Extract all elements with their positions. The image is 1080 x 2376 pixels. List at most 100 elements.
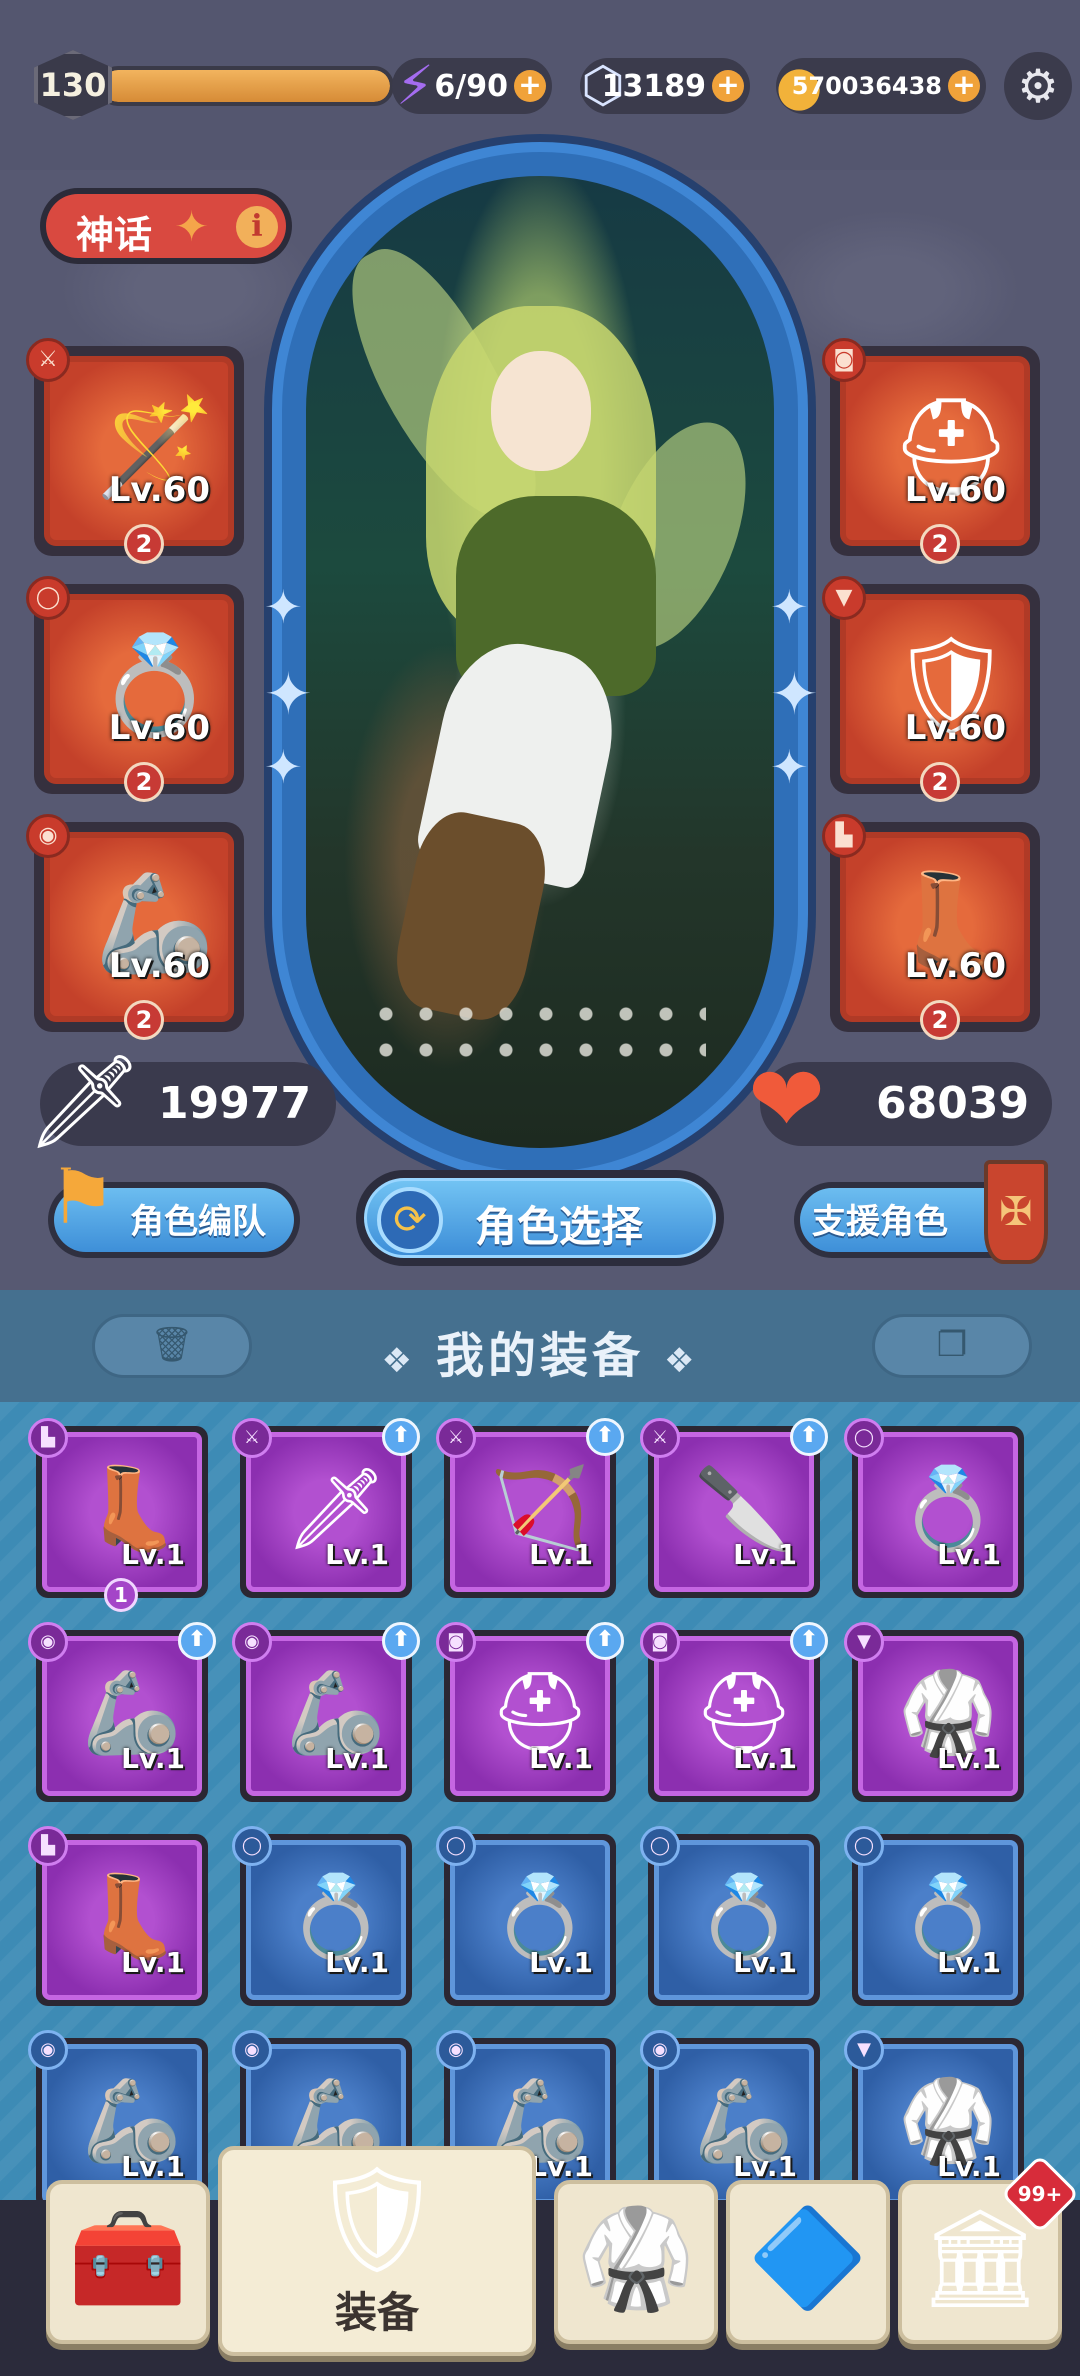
- gold-value: 570036438: [791, 72, 942, 100]
- helmet-type-icon: ◙: [640, 1622, 680, 1662]
- item-level: Lv.1: [121, 2150, 185, 2183]
- energy-counter[interactable]: ⚡ 6/90 +: [392, 54, 552, 117]
- inventory-item[interactable]: 💍 Lv.1 ◯: [844, 1418, 1024, 1598]
- gold-plus-button[interactable]: +: [948, 70, 980, 102]
- item-level: Lv.1: [733, 1538, 797, 1571]
- inventory-item[interactable]: 🥋 Lv.1 ▼: [844, 1622, 1024, 1802]
- bracer-type-icon: ◉: [232, 2030, 272, 2070]
- level-badge: 130: [34, 50, 112, 120]
- slot-stars: 2: [920, 762, 960, 802]
- dagger-type-icon: ⚔: [640, 1418, 680, 1458]
- item-level: Lv.1: [325, 1946, 389, 1979]
- attack-value: 19977: [158, 1078, 312, 1129]
- character-select-label: 角色选择: [475, 1202, 644, 1251]
- inventory-item[interactable]: ⛑ Lv.1 ◙ ⬆: [640, 1622, 828, 1802]
- energy-plus-button[interactable]: +: [514, 70, 546, 102]
- nav-tab-chest[interactable]: 🧰: [46, 2180, 210, 2344]
- gem-plus-button[interactable]: +: [712, 70, 744, 102]
- upgrade-arrow-icon: ⬆: [382, 1418, 420, 1456]
- exp-bar-fill: [102, 70, 390, 102]
- inventory-item[interactable]: 💍 Lv.1 ◯: [640, 1826, 820, 2006]
- slot-stars: 2: [920, 524, 960, 564]
- bracer-type-icon: ◉: [28, 2030, 68, 2070]
- rarity-label: 神话: [76, 213, 153, 257]
- inventory-item[interactable]: 💍 Lv.1 ◯: [844, 1826, 1024, 2006]
- inventory-item[interactable]: 👢 Lv.1 ▙: [28, 1826, 208, 2006]
- inventory-item[interactable]: 🔪 Lv.1 ⚔ ⬆: [640, 1418, 828, 1598]
- sword-icon: 🗡: [26, 1048, 143, 1155]
- exp-bar: [98, 66, 394, 106]
- bracer-type-icon: ◉: [640, 2030, 680, 2070]
- bracer-type-icon: ◉: [436, 2030, 476, 2070]
- equip-slot-armor[interactable]: 🛡 Lv.60 ▼ 2: [822, 576, 1040, 802]
- item-level: Lv.1: [937, 1538, 1001, 1571]
- swap-icon: ⟳: [377, 1187, 443, 1253]
- upgrade-arrow-icon: ⬆: [178, 1622, 216, 1660]
- sparkle-icon: ✦: [264, 580, 303, 634]
- equip-slot-ring[interactable]: 💍 Lv.60 ◯ 2: [26, 576, 244, 802]
- sword-type-icon: ⚔: [232, 1418, 272, 1458]
- character-select-button[interactable]: ⟳ 角色选择: [356, 1170, 724, 1266]
- hp-value: 68039: [876, 1078, 1030, 1129]
- armor-type-icon: ▼: [844, 2030, 884, 2070]
- rarity-star-icon: ✦: [174, 202, 210, 251]
- nav-tab-equipment[interactable]: 🛡 装备: [218, 2146, 536, 2356]
- sparkle-icon: ✦: [770, 580, 809, 634]
- inventory-item[interactable]: 🦾Lv.1◉: [640, 2030, 820, 2200]
- nav-tab-label: 装备: [334, 2288, 419, 2337]
- inventory-item[interactable]: 🗡 Lv.1 ⚔ ⬆: [232, 1418, 420, 1598]
- sparkle-icon: ✦: [264, 660, 313, 728]
- item-level: Lv.1: [733, 1946, 797, 1979]
- inventory-item[interactable]: 👢 Lv.1 ▙ 1: [28, 1418, 208, 1612]
- gold-counter[interactable]: ● 570036438 +: [775, 54, 986, 117]
- inventory-item[interactable]: 🏹 Lv.1 ⚔ ⬆: [436, 1418, 624, 1598]
- gear-icon: ⚙: [1017, 59, 1059, 113]
- armor-type-icon: ▼: [844, 1622, 884, 1662]
- equip-slot-helmet[interactable]: ⛑ Lv.60 ◙ 2: [822, 338, 1040, 564]
- ring-type-icon: ◯: [844, 1418, 884, 1458]
- attack-stat: 🗡 19977: [26, 1056, 336, 1148]
- equip-slot-weapon[interactable]: 🪄 Lv.60 ⚔ 2: [26, 338, 244, 564]
- nav-tab-armor[interactable]: 🥋: [554, 2180, 718, 2344]
- inventory-item[interactable]: 🦾Lv.1◉: [28, 2030, 208, 2200]
- inventory-item[interactable]: 🦾 Lv.1 ◉ ⬆: [28, 1622, 216, 1802]
- sparkle-icon: ✦: [770, 740, 809, 794]
- item-level: Lv.1: [325, 1538, 389, 1571]
- armor-icon: 🥋: [576, 2202, 696, 2314]
- slot-stars: 2: [124, 524, 164, 564]
- item-level: Lv.1: [937, 1742, 1001, 1775]
- support-button[interactable]: 支援角色 ✠: [794, 1160, 1048, 1264]
- helmet-type-icon: ◙: [822, 338, 866, 382]
- settings-button[interactable]: ⚙: [1004, 52, 1072, 120]
- slot-level: Lv.60: [108, 946, 210, 986]
- character-portrait[interactable]: [306, 176, 774, 1148]
- info-icon[interactable]: i: [236, 206, 278, 248]
- item-level: Lv.1: [529, 1742, 593, 1775]
- inventory-item[interactable]: 🦾 Lv.1 ◉ ⬆: [232, 1622, 420, 1802]
- inventory-item[interactable]: 💍 Lv.1 ◯: [232, 1826, 412, 2006]
- equip-slot-boots[interactable]: 👢 Lv.60 ▙ 2: [822, 814, 1040, 1040]
- equip-slot-bracer[interactable]: 🦾 Lv.60 ◉ 2: [26, 814, 244, 1040]
- boots-type-icon: ▙: [822, 814, 866, 858]
- item-level: Lv.1: [529, 1946, 593, 1979]
- nav-tab-skills[interactable]: 🔷: [726, 2180, 890, 2344]
- upgrade-arrow-icon: ⬆: [586, 1418, 624, 1456]
- item-level: Lv.1: [529, 1538, 593, 1571]
- ring-type-icon: ◯: [844, 1826, 884, 1866]
- inventory-item[interactable]: ⛑ Lv.1 ◙ ⬆: [436, 1622, 624, 1802]
- copy-button[interactable]: ❐: [872, 1314, 1032, 1378]
- nav-tab-shop[interactable]: 🏛 99+: [898, 2154, 1080, 2344]
- item-level: Lv.1: [529, 2150, 593, 2183]
- gem-counter[interactable]: ⬡ 13189 +: [580, 56, 750, 114]
- boots-type-icon: ▙: [28, 1418, 68, 1458]
- gem-value: 13189: [601, 68, 706, 104]
- inventory-item[interactable]: 💍 Lv.1 ◯: [436, 1826, 616, 2006]
- item-level: Lv.1: [325, 1742, 389, 1775]
- team-button[interactable]: ⚑ 角色编队: [48, 1152, 300, 1258]
- item-level: Lv.1: [733, 1742, 797, 1775]
- hp-stat: ❤ 68039: [748, 1054, 1052, 1146]
- upgrade-arrow-icon: ⬆: [586, 1622, 624, 1660]
- inventory-item[interactable]: 🥋 Lv.1 ▼: [844, 2030, 1024, 2200]
- rarity-badge[interactable]: 神话 ✦ i: [40, 188, 292, 264]
- player-level[interactable]: 130: [34, 50, 394, 120]
